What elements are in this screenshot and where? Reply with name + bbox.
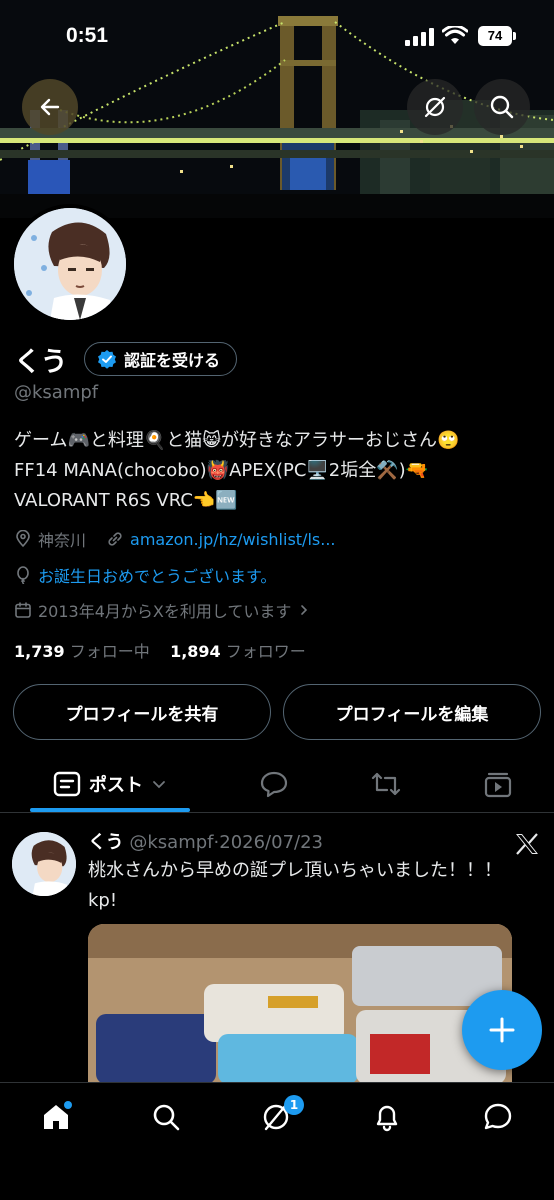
tab-replies[interactable] — [246, 758, 302, 810]
get-verified-label: 認証を受ける — [124, 351, 221, 370]
profile-joined[interactable]: 2013年4月からXを利用しています — [14, 598, 311, 622]
share-profile-button[interactable]: プロフィールを共有 — [13, 684, 271, 740]
nav-search[interactable] — [136, 1097, 196, 1137]
verified-badge-icon — [98, 350, 116, 369]
profile-handle: @ksampf — [14, 382, 99, 403]
cellular-signal-icon — [405, 28, 434, 46]
search-button[interactable] — [474, 79, 530, 135]
avatar-image — [14, 208, 126, 320]
followers-label: フォロワー — [225, 642, 306, 661]
battery-level: 74 — [487, 28, 503, 43]
status-bar: 0:51 74 — [0, 0, 554, 70]
following-label: フォロー中 — [69, 642, 150, 661]
following-link[interactable]: 1,739 フォロー中 — [14, 642, 150, 661]
tabs-divider — [0, 812, 554, 813]
tab-reposts[interactable] — [358, 758, 414, 810]
wifi-icon — [442, 26, 468, 44]
grok-notification-badge: 1 — [284, 1095, 304, 1115]
back-button[interactable] — [22, 79, 78, 135]
arrow-left-icon — [40, 98, 60, 116]
get-verified-button[interactable]: 認証を受ける — [84, 342, 238, 376]
follow-stats: 1,739 フォロー中 1,894 フォロワー — [14, 638, 306, 662]
reply-icon — [260, 771, 288, 798]
nav-notifications[interactable] — [357, 1097, 417, 1137]
post-author-name[interactable]: くう — [88, 832, 124, 853]
chevron-right-icon — [301, 605, 308, 615]
following-count: 1,739 — [14, 642, 65, 661]
hide-button[interactable] — [407, 79, 463, 135]
edit-profile-button[interactable]: プロフィールを編集 — [283, 684, 541, 740]
profile-name: くう — [14, 347, 68, 378]
tab-posts-label: ポスト — [89, 775, 143, 796]
compose-post-button[interactable] — [462, 990, 542, 1070]
bio-line: ゲーム🎮と料理🍳と猫😸が好きなアラサーおじさん🙄 — [14, 430, 460, 451]
post-avatar-image — [12, 832, 76, 896]
link-icon — [108, 532, 122, 546]
bottom-navigation: 1 — [0, 1082, 554, 1200]
post-photo — [88, 924, 512, 1084]
profile-website-link[interactable]: amazon.jp/hz/wishlist/ls... — [130, 530, 335, 549]
post-avatar[interactable] — [12, 832, 76, 896]
profile-avatar[interactable] — [10, 204, 130, 324]
search-icon — [490, 95, 514, 119]
nav-grok[interactable]: 1 — [246, 1095, 306, 1137]
post-image[interactable] — [88, 924, 512, 1084]
x-logo-icon — [516, 833, 538, 855]
posts-tab-icon — [53, 771, 81, 797]
profile-bio: ゲーム🎮と料理🍳と猫😸が好きなアラサーおじさん🙄 FF14 MANA(choco… — [14, 426, 544, 516]
post-text: 桃水さんから早めの誕プレ頂いちゃいました！！！kp! — [88, 860, 502, 911]
birthday-message[interactable]: お誕生日おめでとうございます。 — [38, 563, 276, 587]
message-icon — [484, 1103, 512, 1130]
bio-line: VALORANT R6S VRC👈🆕 — [14, 490, 238, 511]
nav-home[interactable] — [26, 1097, 86, 1137]
home-unread-dot — [64, 1101, 72, 1109]
chevron-down-icon — [153, 781, 165, 789]
post-header: くう @ksampf·2026/07/23 — [88, 828, 323, 854]
tab-posts[interactable]: ポスト — [30, 758, 190, 810]
media-icon — [484, 772, 512, 798]
followers-count: 1,894 — [170, 642, 221, 661]
tab-media[interactable] — [470, 758, 526, 810]
nav-messages[interactable] — [468, 1097, 528, 1137]
status-time: 0:51 — [66, 24, 109, 47]
bio-line: FF14 MANA(chocobo)👹APEX(PC🖥️2垢全⚒️)🔫 — [14, 460, 429, 481]
bell-icon — [376, 1105, 398, 1132]
profile-birthday: お誕生日おめでとうございます。 — [14, 563, 276, 587]
balloon-icon — [17, 566, 29, 584]
eye-off-icon — [424, 96, 446, 118]
followers-link[interactable]: 1,894 フォロワー — [170, 642, 306, 661]
post-author-handle: @ksampf — [129, 832, 214, 853]
profile-meta-location-link: 神奈川 amazon.jp/hz/wishlist/ls... — [14, 527, 335, 551]
plus-icon — [489, 1017, 515, 1043]
location-pin-icon — [16, 530, 30, 548]
post-date: 2026/07/23 — [219, 832, 323, 853]
profile-location: 神奈川 — [38, 531, 87, 550]
calendar-icon — [15, 602, 31, 618]
repost-icon — [371, 772, 401, 796]
battery-indicator: 74 — [478, 26, 516, 46]
joined-date: 2013年4月からXを利用しています — [38, 602, 292, 621]
search-icon — [153, 1104, 180, 1131]
profile-tabs: ポスト — [0, 758, 554, 812]
